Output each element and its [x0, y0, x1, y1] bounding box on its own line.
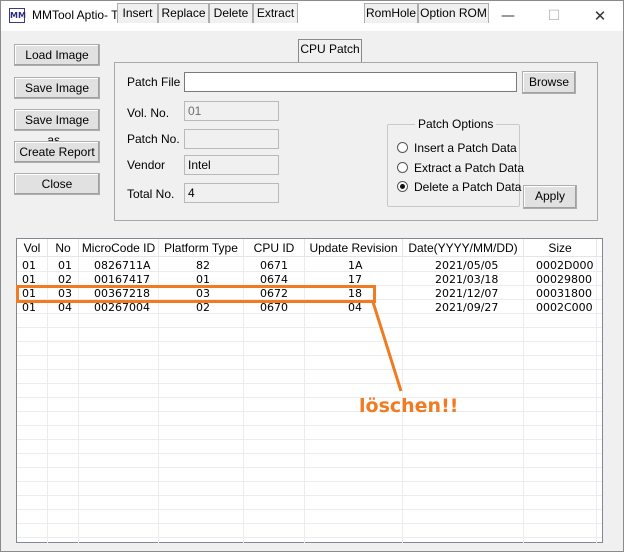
annotation-text: löschen!! — [359, 395, 459, 417]
annotation-arrow — [371, 301, 403, 392]
annotation-line — [371, 301, 403, 392]
tab-cpu-patch[interactable]: CPU Patch — [298, 39, 362, 62]
mmtool-window: MM MMTool Aptio- TGB660W4.CAP — ☐ ✕ Load… — [0, 0, 624, 552]
